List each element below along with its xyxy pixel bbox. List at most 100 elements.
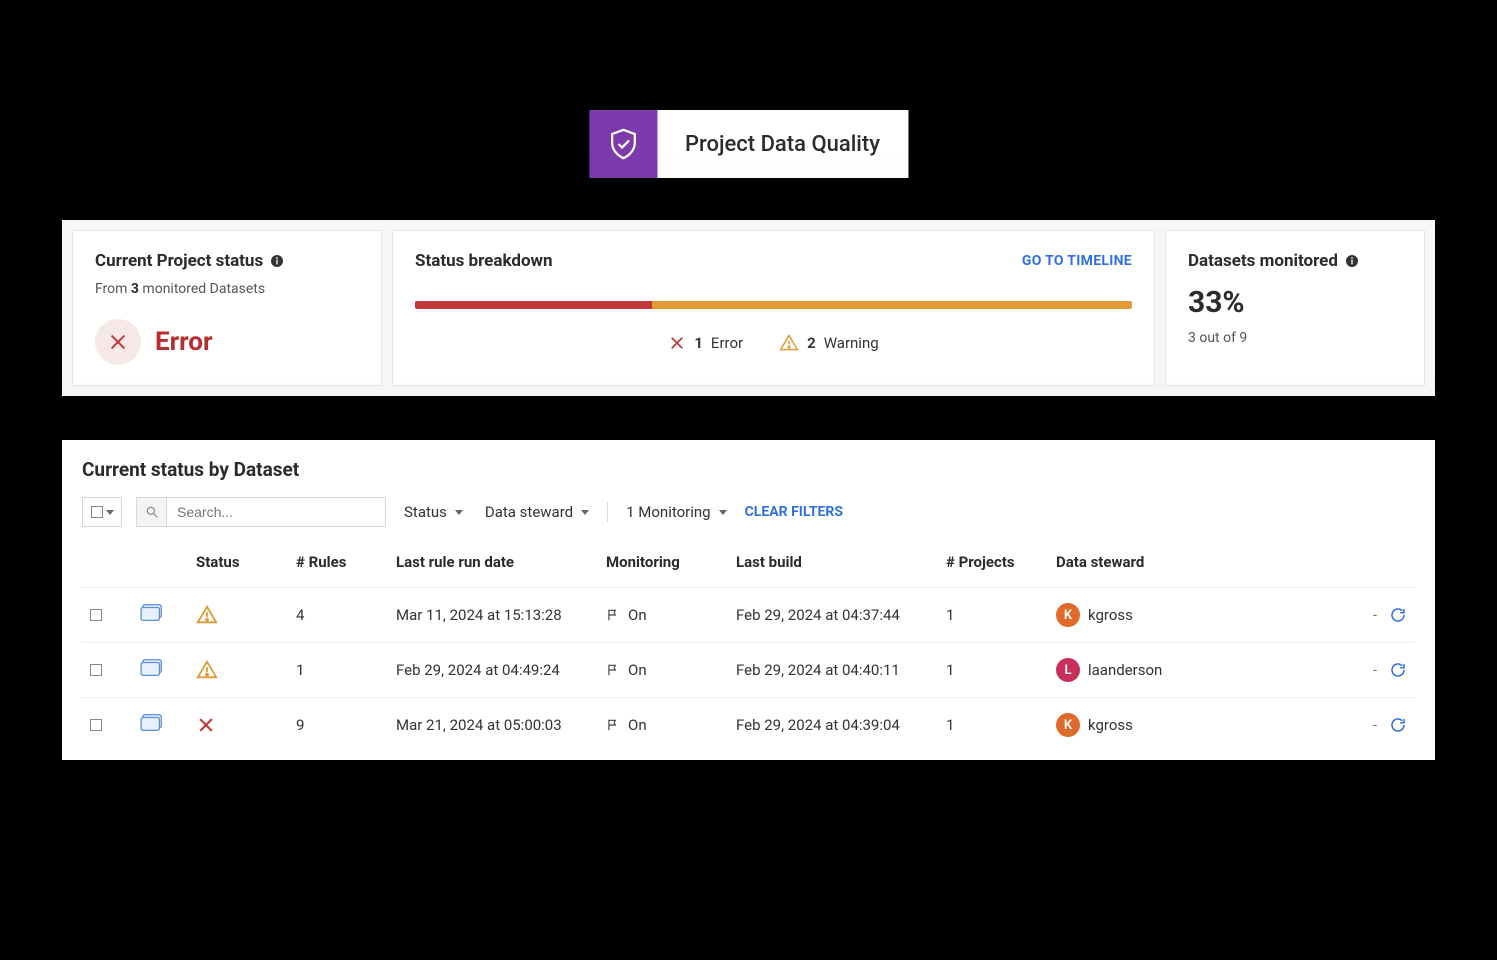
status-sub-line: From 3 monitored Datasets bbox=[95, 281, 359, 297]
status-word: Error bbox=[155, 327, 212, 357]
table-row[interactable]: 1Feb 29, 2024 at 04:49:24OnFeb 29, 2024 … bbox=[82, 643, 1415, 698]
cell-last-run: Mar 21, 2024 at 05:00:03 bbox=[388, 698, 598, 753]
legend-warn-label: Warning bbox=[824, 334, 879, 352]
avatar: K bbox=[1056, 603, 1080, 627]
filter-label: Data steward bbox=[485, 503, 573, 521]
filter-row: Status Data steward 1 Monitoring CLEAR F… bbox=[82, 497, 1415, 527]
row-dash: - bbox=[1373, 661, 1377, 679]
cell-rules: 9 bbox=[288, 698, 388, 753]
status-result: Error bbox=[95, 319, 359, 365]
avatar: L bbox=[1056, 658, 1080, 682]
th-last-build[interactable]: Last build bbox=[728, 541, 938, 588]
filter-monitoring[interactable]: 1 Monitoring bbox=[622, 503, 731, 521]
status-breakdown-card: Status breakdown GO TO TIMELINE 1 Error … bbox=[392, 230, 1155, 386]
dataset-folder-icon bbox=[140, 657, 166, 679]
refresh-icon[interactable] bbox=[1389, 716, 1407, 734]
status-bar-warning-segment bbox=[652, 301, 1132, 309]
cell-rules: 1 bbox=[288, 643, 388, 698]
legend-error: 1 Error bbox=[668, 333, 743, 353]
select-all-dropdown[interactable] bbox=[82, 497, 122, 527]
card-title: Datasets monitored bbox=[1188, 251, 1402, 271]
search-icon bbox=[137, 498, 167, 526]
dataset-folder-icon bbox=[140, 602, 166, 624]
divider bbox=[607, 502, 608, 522]
cell-projects: 1 bbox=[938, 588, 1048, 643]
search-input[interactable] bbox=[167, 504, 385, 520]
dataset-table: Status # Rules Last rule run date Monito… bbox=[82, 541, 1415, 752]
flag-icon bbox=[606, 718, 620, 732]
row-checkbox[interactable] bbox=[90, 719, 102, 731]
cell-monitoring: On bbox=[606, 606, 720, 624]
warning-icon bbox=[779, 333, 799, 353]
table-row[interactable]: 4Mar 11, 2024 at 15:13:28 On Feb 29, 2024 … bbox=[82, 588, 1415, 643]
legend-warn-count: 2 bbox=[807, 334, 816, 352]
status-icon bbox=[196, 604, 280, 626]
cell-monitoring: On bbox=[606, 716, 720, 734]
caret-down-icon bbox=[581, 510, 589, 515]
datasets-monitored-card: Datasets monitored 33% 3 out of 9 bbox=[1165, 230, 1425, 386]
sub-count: 3 bbox=[131, 281, 139, 297]
legend-error-count: 1 bbox=[694, 334, 703, 352]
caret-down-icon bbox=[106, 510, 114, 515]
status-icon bbox=[196, 659, 280, 681]
card-title-text: Datasets monitored bbox=[1188, 251, 1338, 271]
go-to-timeline-link[interactable]: GO TO TIMELINE bbox=[1022, 253, 1132, 269]
cell-last-build: Feb 29, 2024 at 04:40:11 bbox=[728, 643, 938, 698]
search-input-wrapper bbox=[136, 497, 386, 527]
th-status[interactable]: Status bbox=[188, 541, 288, 588]
legend-error-label: Error bbox=[711, 334, 743, 352]
filter-steward[interactable]: Data steward bbox=[481, 503, 593, 521]
cell-last-run: Feb 29, 2024 at 04:49:24 bbox=[388, 643, 598, 698]
avatar: K bbox=[1056, 713, 1080, 737]
row-checkbox[interactable] bbox=[90, 664, 102, 676]
table-row[interactable]: 9Mar 21, 2024 at 05:00:03 On Feb 29, 2024 … bbox=[82, 698, 1415, 753]
x-icon bbox=[668, 334, 686, 352]
card-title-text: Current Project status bbox=[95, 251, 263, 271]
sub-prefix: From bbox=[95, 281, 131, 297]
cell-steward: Kkgross bbox=[1056, 603, 1220, 627]
legend-warning: 2 Warning bbox=[779, 333, 879, 353]
filter-label: Status bbox=[404, 503, 447, 521]
status-icon bbox=[196, 715, 280, 735]
monitor-percent: 33% bbox=[1188, 285, 1402, 320]
th-last-run[interactable]: Last rule run date bbox=[388, 541, 598, 588]
cell-rules: 4 bbox=[288, 588, 388, 643]
status-bar-error-segment bbox=[415, 301, 652, 309]
caret-down-icon bbox=[455, 510, 463, 515]
cell-last-build: Feb 29, 2024 at 04:39:04 bbox=[728, 698, 938, 753]
refresh-icon[interactable] bbox=[1389, 661, 1407, 679]
page-title: Project Data Quality bbox=[657, 110, 908, 178]
sub-suffix: monitored Datasets bbox=[139, 281, 265, 297]
caret-down-icon bbox=[719, 510, 727, 515]
card-title: Current Project status bbox=[95, 251, 359, 271]
th-steward[interactable]: Data steward bbox=[1048, 541, 1228, 588]
filter-label: 1 Monitoring bbox=[626, 503, 711, 521]
row-checkbox[interactable] bbox=[90, 609, 102, 621]
card-title: Status breakdown bbox=[415, 251, 553, 271]
filter-status[interactable]: Status bbox=[400, 503, 467, 521]
cell-last-build: Feb 29, 2024 at 04:37:44 bbox=[728, 588, 938, 643]
cell-steward: Llaanderson bbox=[1056, 658, 1220, 682]
status-bar bbox=[415, 301, 1132, 309]
current-project-status-card: Current Project status From 3 monitored … bbox=[72, 230, 382, 386]
row-dash: - bbox=[1373, 716, 1377, 734]
clear-filters-link[interactable]: CLEAR FILTERS bbox=[745, 504, 843, 520]
cell-steward: Kkgross bbox=[1056, 713, 1220, 737]
cell-last-run: Mar 11, 2024 at 15:13:28 bbox=[388, 588, 598, 643]
checkbox-icon bbox=[91, 506, 103, 518]
dataset-status-panel: Current status by Dataset Status Data st… bbox=[62, 440, 1435, 760]
th-rules[interactable]: # Rules bbox=[288, 541, 388, 588]
info-icon[interactable] bbox=[269, 253, 285, 269]
row-dash: - bbox=[1373, 606, 1377, 624]
info-icon[interactable] bbox=[1344, 253, 1360, 269]
summary-cards-row: Current Project status From 3 monitored … bbox=[62, 220, 1435, 396]
monitor-sub: 3 out of 9 bbox=[1188, 330, 1402, 346]
th-monitoring[interactable]: Monitoring bbox=[598, 541, 728, 588]
title-banner: Project Data Quality bbox=[589, 110, 908, 178]
shield-check-icon bbox=[589, 110, 657, 178]
flag-icon bbox=[606, 608, 620, 622]
dataset-folder-icon bbox=[140, 712, 166, 734]
th-projects[interactable]: # Projects bbox=[938, 541, 1048, 588]
flag-icon bbox=[606, 663, 620, 677]
refresh-icon[interactable] bbox=[1389, 606, 1407, 624]
